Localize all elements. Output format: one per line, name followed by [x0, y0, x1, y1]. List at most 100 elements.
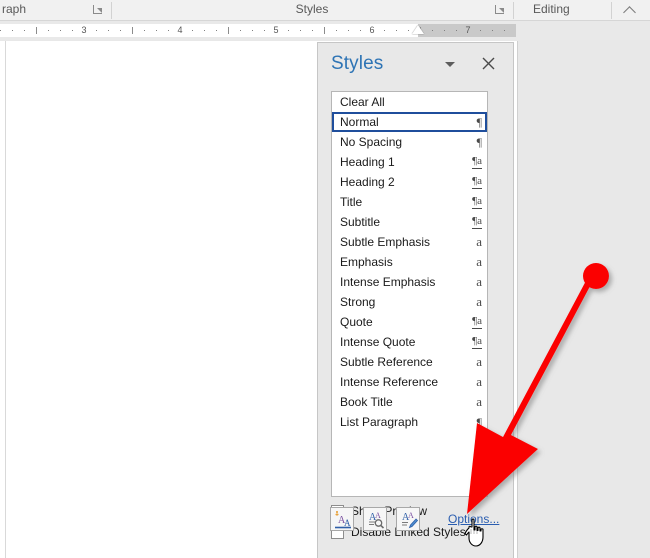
ribbon-strip: raph Styles Editing — [0, 0, 650, 21]
style-type-paragraph-icon: ¶ — [476, 414, 482, 429]
style-list-item[interactable]: Intense Reference a — [332, 372, 487, 392]
ruler-tick — [36, 27, 37, 34]
styles-list[interactable]: Clear All Normal ¶ No Spacing ¶ Heading 1 ¶a He… — [331, 91, 488, 497]
svg-text:A: A — [375, 511, 381, 520]
collapse-ribbon-button[interactable] — [623, 4, 639, 19]
style-list-item[interactable]: Normal ¶ — [332, 112, 487, 132]
ruler-tick — [252, 30, 253, 31]
style-inspector-icon: A A — [369, 511, 385, 529]
styles-pane-menu-button[interactable] — [441, 56, 461, 74]
style-type-paragraph-icon: ¶ — [476, 134, 482, 149]
ruler-number: 4 — [177, 25, 183, 35]
ruler-number: 5 — [273, 25, 279, 35]
ruler-tick — [312, 30, 313, 31]
style-list-item[interactable]: Title ¶a — [332, 192, 487, 212]
style-list-item-label: Quote — [340, 315, 373, 329]
style-list-item-label: Heading 2 — [340, 175, 395, 189]
style-list-item-label: Subtle Emphasis — [340, 235, 431, 249]
style-type-linked-icon: ¶a — [472, 215, 482, 229]
left-indent-marker[interactable] — [412, 25, 424, 34]
ruler-tick — [348, 30, 349, 31]
style-inspector-button[interactable]: A A — [363, 507, 387, 531]
ruler-tick — [72, 30, 73, 31]
word-window: raph Styles Editing 3 4 5 6 7 Styles Clear A… — [0, 0, 650, 558]
style-list-item[interactable]: List Paragraph ¶ — [332, 412, 487, 432]
style-type-character-icon: a — [476, 254, 482, 269]
styles-task-pane: Styles Clear All Normal ¶ No Spacing ¶ Headin… — [317, 42, 514, 558]
ruler-number: 6 — [369, 25, 375, 35]
ruler-tick — [432, 30, 433, 31]
ruler-tick — [360, 30, 361, 31]
editing-group-label: Editing — [533, 2, 570, 16]
ruler-tick — [444, 30, 445, 31]
style-list-item[interactable]: Intense Quote ¶a — [332, 332, 487, 352]
style-list-item[interactable]: Subtle Emphasis a — [332, 232, 487, 252]
style-list-item[interactable]: Clear All — [332, 92, 487, 112]
ruler-tick — [288, 30, 289, 31]
style-list-item[interactable]: Heading 2 ¶a — [332, 172, 487, 192]
ruler-tick — [396, 30, 397, 31]
ruler-tick — [144, 30, 145, 31]
options-link[interactable]: Options... — [448, 512, 499, 526]
style-list-item-label: Heading 1 — [340, 155, 395, 169]
ribbon-divider — [611, 2, 612, 19]
style-list-item[interactable]: Emphasis a — [332, 252, 487, 272]
svg-text:A: A — [408, 511, 414, 520]
close-pane-button[interactable] — [479, 54, 499, 74]
manage-styles-icon: A A — [402, 511, 419, 529]
new-style-button[interactable]: A A — [330, 507, 354, 531]
style-list-item[interactable]: Subtle Reference a — [332, 352, 487, 372]
style-list-item-label: Title — [340, 195, 363, 209]
style-type-linked-icon: ¶a — [472, 155, 482, 169]
style-list-item[interactable]: Subtitle ¶a — [332, 212, 487, 232]
styles-group-label: Styles — [295, 2, 329, 16]
style-type-linked-icon: ¶a — [472, 335, 482, 349]
ruler-tick — [192, 30, 193, 31]
ruler-tick — [132, 27, 133, 34]
style-list-item-label: Strong — [340, 295, 376, 309]
style-list-item-label: Clear All — [340, 95, 385, 109]
ruler-tick — [12, 30, 13, 31]
style-type-paragraph-icon: ¶ — [476, 114, 482, 129]
horizontal-ruler[interactable]: 3 4 5 6 7 — [0, 21, 650, 40]
style-type-character-icon: a — [476, 234, 482, 249]
style-list-item-label: Emphasis — [340, 255, 393, 269]
style-list-item[interactable]: Strong a — [332, 292, 487, 312]
close-icon — [482, 57, 495, 70]
ruler-tick — [336, 30, 337, 31]
ruler-tick — [204, 30, 205, 31]
style-list-item[interactable]: Heading 1 ¶a — [332, 152, 487, 172]
ruler-tick — [456, 30, 457, 31]
style-type-linked-icon: ¶a — [472, 195, 482, 209]
style-list-item[interactable]: Quote ¶a — [332, 312, 487, 332]
ruler-tick — [168, 30, 169, 31]
ruler-tick — [408, 30, 409, 31]
ruler-tick — [48, 30, 49, 31]
ribbon-divider — [513, 2, 514, 19]
style-list-item[interactable]: Book Title a — [332, 392, 487, 412]
chevron-up-icon — [623, 6, 636, 19]
style-list-item-label: Intense Reference — [340, 375, 439, 389]
ruler-number: 3 — [81, 25, 87, 35]
editing-group[interactable]: Editing — [515, 0, 610, 20]
ribbon-divider — [111, 2, 112, 19]
style-list-item[interactable]: No Spacing ¶ — [332, 132, 487, 152]
style-type-character-icon: a — [476, 294, 482, 309]
style-type-linked-icon: ¶a — [472, 315, 482, 329]
style-type-character-icon: a — [476, 394, 482, 409]
ruler-tick — [240, 30, 241, 31]
style-list-item-label: Book Title — [340, 395, 393, 409]
style-list-item-label: Subtitle — [340, 215, 381, 229]
ruler-tick — [264, 30, 265, 31]
style-type-character-icon: a — [476, 374, 482, 389]
style-list-item-label: Intense Emphasis — [340, 275, 436, 289]
style-list-item[interactable]: Intense Emphasis a — [332, 272, 487, 292]
paragraph-dialog-launcher-icon[interactable] — [93, 5, 104, 16]
style-list-item-label: List Paragraph — [340, 415, 419, 429]
styles-dialog-launcher-icon[interactable] — [495, 5, 506, 16]
ruler-tick — [96, 30, 97, 31]
ruler-tick — [156, 30, 157, 31]
ruler-number: 7 — [465, 25, 471, 35]
manage-styles-button[interactable]: A A — [396, 507, 420, 531]
style-type-character-icon: a — [476, 274, 482, 289]
